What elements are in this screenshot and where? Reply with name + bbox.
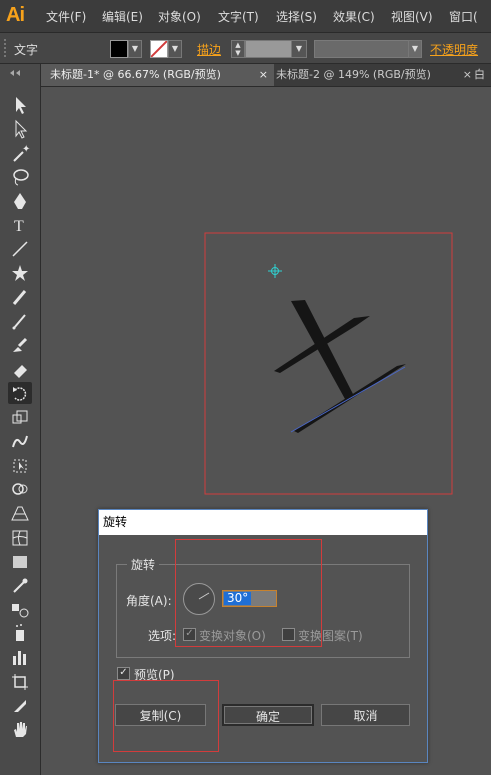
preview-checkbox[interactable]: ✓ xyxy=(117,667,130,680)
angle-label: 角度(A): xyxy=(126,594,172,608)
ok-button[interactable]: 确定 xyxy=(222,704,314,726)
highlight-box-copy xyxy=(113,680,219,752)
baseline-guide xyxy=(290,366,406,433)
rotated-text-glyph xyxy=(274,300,406,433)
highlight-box-angle xyxy=(175,539,322,647)
cancel-button[interactable]: 取消 xyxy=(321,704,410,726)
group-label: 旋转 xyxy=(127,556,160,573)
dialog-title: 旋转 xyxy=(99,510,427,535)
center-point-icon xyxy=(268,264,282,278)
options-label: 选项: xyxy=(148,629,177,643)
